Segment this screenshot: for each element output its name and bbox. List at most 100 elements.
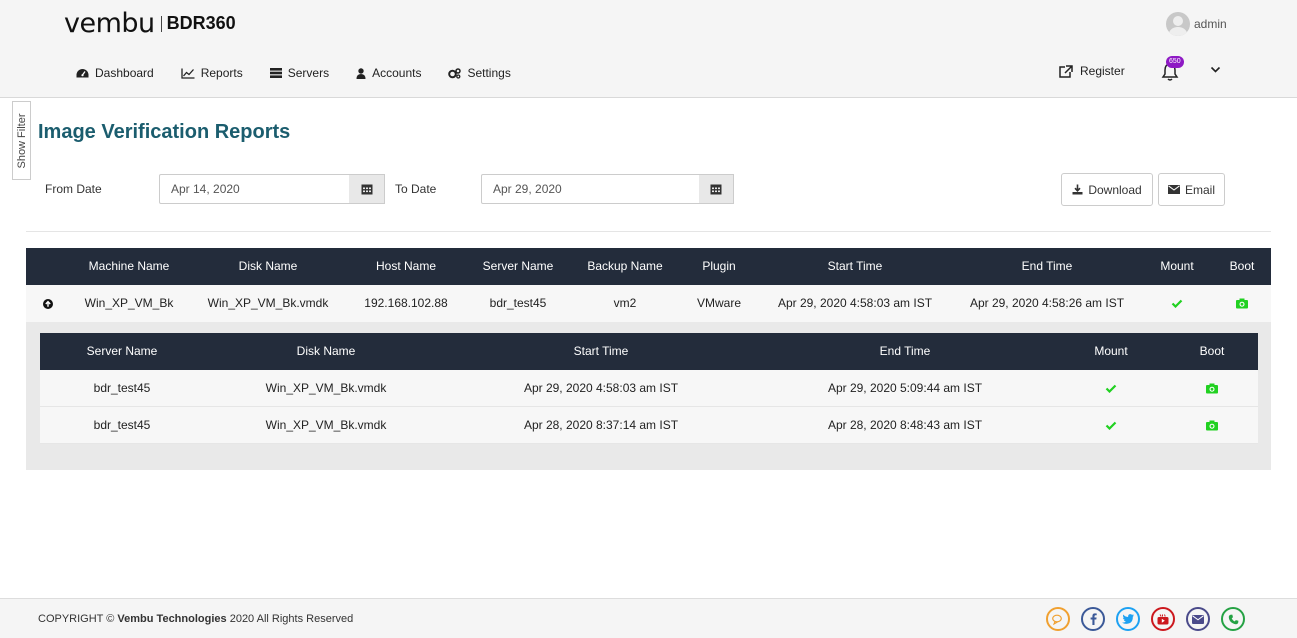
line-chart-icon — [181, 68, 195, 79]
end-time-cell: Apr 29, 2020 4:58:26 am IST — [969, 296, 1125, 310]
column-header: Boot — [1199, 344, 1225, 358]
facebook-link[interactable] — [1081, 607, 1105, 631]
server-icon — [269, 68, 282, 78]
column-header[interactable]: Start Time — [828, 248, 883, 285]
chat-link[interactable] — [1046, 607, 1070, 631]
gears-icon — [448, 67, 462, 79]
chat-icon — [1052, 614, 1062, 625]
download-icon — [1072, 184, 1083, 195]
server-name-cell: bdr_test45 — [93, 381, 151, 395]
mount-cell — [1171, 285, 1183, 322]
disk-name-cell: Win_XP_VM_Bk.vmdk — [265, 418, 387, 432]
mount-cell — [1105, 407, 1117, 444]
email-button[interactable]: Email — [1158, 173, 1225, 206]
user-menu[interactable]: admin — [1166, 12, 1227, 36]
verification-report-table: Machine Name Disk Name Host Name Server … — [26, 248, 1271, 470]
logo-separator — [160, 15, 162, 32]
end-time-cell: Apr 28, 2020 8:48:43 am IST — [827, 418, 983, 432]
email-icon — [1192, 614, 1204, 624]
notification-badge: 650 — [1166, 56, 1184, 68]
column-header[interactable]: Server Name — [87, 333, 158, 370]
nav-accounts[interactable]: Accounts — [356, 64, 421, 82]
register-label: Register — [1080, 64, 1125, 78]
brand-logo[interactable]: vembu BDR360 — [64, 8, 236, 39]
verification-history-table: Server Name Disk Name Start Time End Tim… — [40, 333, 1258, 444]
start-time-cell: Apr 28, 2020 8:37:14 am IST — [523, 418, 679, 432]
start-time-cell: Apr 29, 2020 4:58:03 am IST — [523, 381, 679, 395]
column-header[interactable]: Disk Name — [297, 333, 356, 370]
mount-cell — [1105, 370, 1117, 407]
from-date-calendar-button[interactable] — [349, 174, 385, 204]
twitter-icon — [1122, 614, 1134, 624]
column-header: Boot — [1229, 259, 1255, 273]
email-label: Email — [1184, 182, 1215, 197]
register-link[interactable]: Register — [1059, 64, 1125, 78]
column-header[interactable]: End Time — [1022, 248, 1073, 285]
check-icon — [1105, 422, 1117, 431]
youtube-link[interactable] — [1151, 607, 1175, 631]
column-header[interactable]: End Time — [880, 333, 931, 370]
to-date-calendar-button[interactable] — [699, 174, 734, 204]
check-icon — [1105, 385, 1117, 394]
column-header[interactable]: Start Time — [574, 333, 629, 370]
copyright-prefix: COPYRIGHT © — [38, 613, 115, 625]
download-label: Download — [1088, 182, 1142, 197]
from-date-label: From Date — [45, 182, 102, 196]
nav-settings-label: Settings — [467, 66, 511, 80]
column-header[interactable]: Plugin — [702, 248, 735, 285]
column-header[interactable]: Backup Name — [587, 248, 662, 285]
from-date-input[interactable]: Apr 14, 2020 — [159, 174, 350, 204]
chevron-down-icon[interactable] — [1210, 66, 1221, 74]
server-name-cell: bdr_test45 — [93, 418, 151, 432]
youtube-icon — [1157, 613, 1169, 624]
column-header[interactable]: Host Name — [376, 248, 436, 285]
column-header[interactable]: Disk Name — [239, 248, 298, 285]
expanded-details: Server Name Disk Name Start Time End Tim… — [26, 322, 1271, 470]
avatar — [1166, 12, 1190, 36]
product-name: BDR360 — [166, 13, 236, 33]
backup-name-cell: vm2 — [613, 296, 637, 310]
show-filter-tab[interactable]: Show Filter — [12, 101, 31, 180]
nav-settings[interactable]: Settings — [448, 64, 511, 82]
dashboard-icon — [76, 68, 89, 77]
boot-cell[interactable] — [1236, 285, 1249, 322]
column-header: Mount — [1094, 344, 1128, 358]
end-time-cell: Apr 29, 2020 5:09:44 am IST — [827, 381, 983, 395]
twitter-link[interactable] — [1116, 607, 1140, 631]
boot-cell[interactable] — [1206, 370, 1219, 407]
whatsapp-link[interactable] — [1221, 607, 1245, 631]
column-header[interactable]: Server Name — [483, 248, 554, 285]
copyright-text: COPYRIGHT © Vembu Technologies 2020 All … — [38, 613, 353, 625]
table-row[interactable]: Win_XP_VM_Bk Win_XP_VM_Bk.vmdk 192.168.1… — [26, 285, 1271, 322]
nav-reports-label: Reports — [200, 66, 243, 80]
plugin-cell: VMware — [696, 296, 742, 310]
collapse-arrow-icon[interactable] — [43, 299, 53, 309]
social-links — [1046, 607, 1256, 631]
check-icon — [1171, 300, 1183, 309]
footer: COPYRIGHT © Vembu Technologies 2020 All … — [0, 598, 1297, 638]
table-row: bdr_test45 Win_XP_VM_Bk.vmdk Apr 28, 202… — [40, 407, 1258, 444]
nav-dashboard[interactable]: Dashboard — [76, 64, 154, 82]
nav-accounts-label: Accounts — [372, 66, 422, 80]
camera-icon[interactable] — [1206, 420, 1219, 431]
nav-reports[interactable]: Reports — [181, 64, 243, 82]
server-name-cell: bdr_test45 — [489, 296, 547, 310]
download-button[interactable]: Download — [1061, 173, 1153, 206]
email-link[interactable] — [1186, 607, 1210, 631]
nav-dashboard-label: Dashboard — [95, 66, 154, 80]
nav-servers[interactable]: Servers — [269, 64, 329, 82]
boot-cell[interactable] — [1206, 407, 1219, 444]
disk-name-cell: Win_XP_VM_Bk.vmdk — [207, 296, 329, 310]
camera-icon[interactable] — [1236, 298, 1249, 309]
to-date-input[interactable]: Apr 29, 2020 — [481, 174, 700, 204]
calendar-icon — [710, 184, 722, 195]
table-header: Machine Name Disk Name Host Name Server … — [26, 248, 1271, 285]
envelope-icon — [1167, 185, 1180, 194]
column-header[interactable]: Machine Name — [89, 248, 170, 285]
camera-icon[interactable] — [1206, 383, 1219, 394]
company-name: Vembu Technologies — [117, 613, 227, 625]
start-time-cell: Apr 29, 2020 4:58:03 am IST — [777, 296, 933, 310]
machine-name-cell: Win_XP_VM_Bk — [84, 296, 174, 310]
main-nav: Dashboard Reports Servers Accounts Setti… — [76, 64, 538, 82]
table-row: bdr_test45 Win_XP_VM_Bk.vmdk Apr 29, 202… — [40, 370, 1258, 407]
